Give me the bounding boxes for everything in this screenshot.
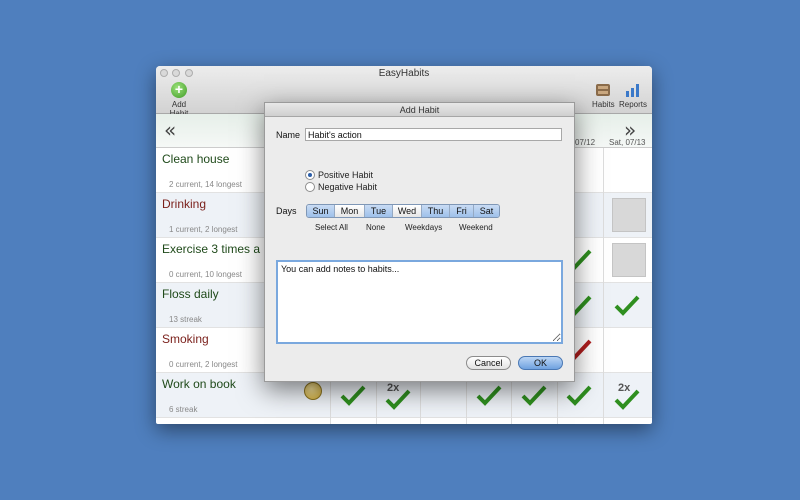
select-weekend-link[interactable]: Weekend <box>459 223 493 232</box>
green-check-icon[interactable] <box>476 384 502 406</box>
dialog-title: Add Habit <box>265 103 574 117</box>
habit-name: Exercise 3 times a <box>162 242 261 256</box>
habit-name-input[interactable] <box>305 128 562 141</box>
empty-day-cell[interactable] <box>612 243 646 277</box>
days-segmented-control: Sun Mon Tue Wed Thu Fri Sat <box>306 204 500 218</box>
green-check-icon[interactable] <box>340 384 366 406</box>
habit-name: Clean house <box>162 152 230 166</box>
add-icon: + <box>171 82 187 98</box>
notes-textarea[interactable]: You can add notes to habits... <box>276 260 563 344</box>
add-habit-button[interactable]: + Add Habit <box>162 82 196 119</box>
select-all-link[interactable]: Select All <box>315 223 348 232</box>
name-label: Name <box>276 130 301 140</box>
positive-habit-radio[interactable] <box>305 170 315 180</box>
day-toggle-mon[interactable]: Mon <box>335 205 365 217</box>
smiley-icon <box>304 382 322 400</box>
habit-streak: 6 streak <box>169 405 198 414</box>
green-check-icon[interactable] <box>385 388 411 410</box>
day-toggle-sat[interactable]: Sat <box>474 205 499 217</box>
day-toggle-thu[interactable]: Thu <box>422 205 450 217</box>
empty-day-cell[interactable] <box>612 198 646 232</box>
column-header-date: Sat, 07/13 <box>609 138 646 147</box>
window-title: EasyHabits <box>378 68 430 79</box>
ok-button[interactable]: OK <box>518 356 563 370</box>
previous-week-icon[interactable]: « <box>164 118 176 142</box>
green-check-icon[interactable] <box>614 294 640 316</box>
days-label: Days <box>276 206 297 216</box>
day-toggle-sun[interactable]: Sun <box>307 205 335 217</box>
select-none-link[interactable]: None <box>366 223 385 232</box>
green-check-icon[interactable] <box>566 384 592 406</box>
day-toggle-fri[interactable]: Fri <box>450 205 474 217</box>
add-habit-dialog: Add Habit Name Positive Habit Negative H… <box>264 102 575 382</box>
reports-button[interactable]: Reports <box>618 82 648 109</box>
bar-chart-icon <box>626 84 639 97</box>
habit-streak: 13 streak <box>169 315 202 324</box>
habit-name: Work on book <box>162 377 236 391</box>
habits-label: Habits <box>592 100 615 109</box>
green-check-icon[interactable] <box>521 384 547 406</box>
column-divider <box>603 148 604 424</box>
negative-habit-radio[interactable] <box>305 182 315 192</box>
habit-streak: 2 current, 14 longest <box>169 180 242 189</box>
habits-button[interactable]: Habits <box>592 82 615 109</box>
cancel-button[interactable]: Cancel <box>466 356 511 370</box>
positive-habit-label: Positive Habit <box>318 170 374 180</box>
habits-icon <box>596 84 610 96</box>
habit-streak: 0 current, 2 longest <box>169 360 238 369</box>
column-header-date: 07/12 <box>575 138 596 147</box>
day-toggle-wed[interactable]: Wed <box>393 205 422 217</box>
habit-streak: 1 current, 2 longest <box>169 225 238 234</box>
habit-name: Smoking <box>162 332 209 346</box>
negative-habit-label: Negative Habit <box>318 182 378 192</box>
habit-name: Drinking <box>162 197 207 211</box>
reports-label: Reports <box>618 100 647 109</box>
select-weekdays-link[interactable]: Weekdays <box>405 223 442 232</box>
habit-name: Floss daily <box>162 287 219 301</box>
habit-streak: 0 current, 10 longest <box>169 270 242 279</box>
green-check-icon[interactable] <box>614 388 640 410</box>
day-toggle-tue[interactable]: Tue <box>365 205 393 217</box>
